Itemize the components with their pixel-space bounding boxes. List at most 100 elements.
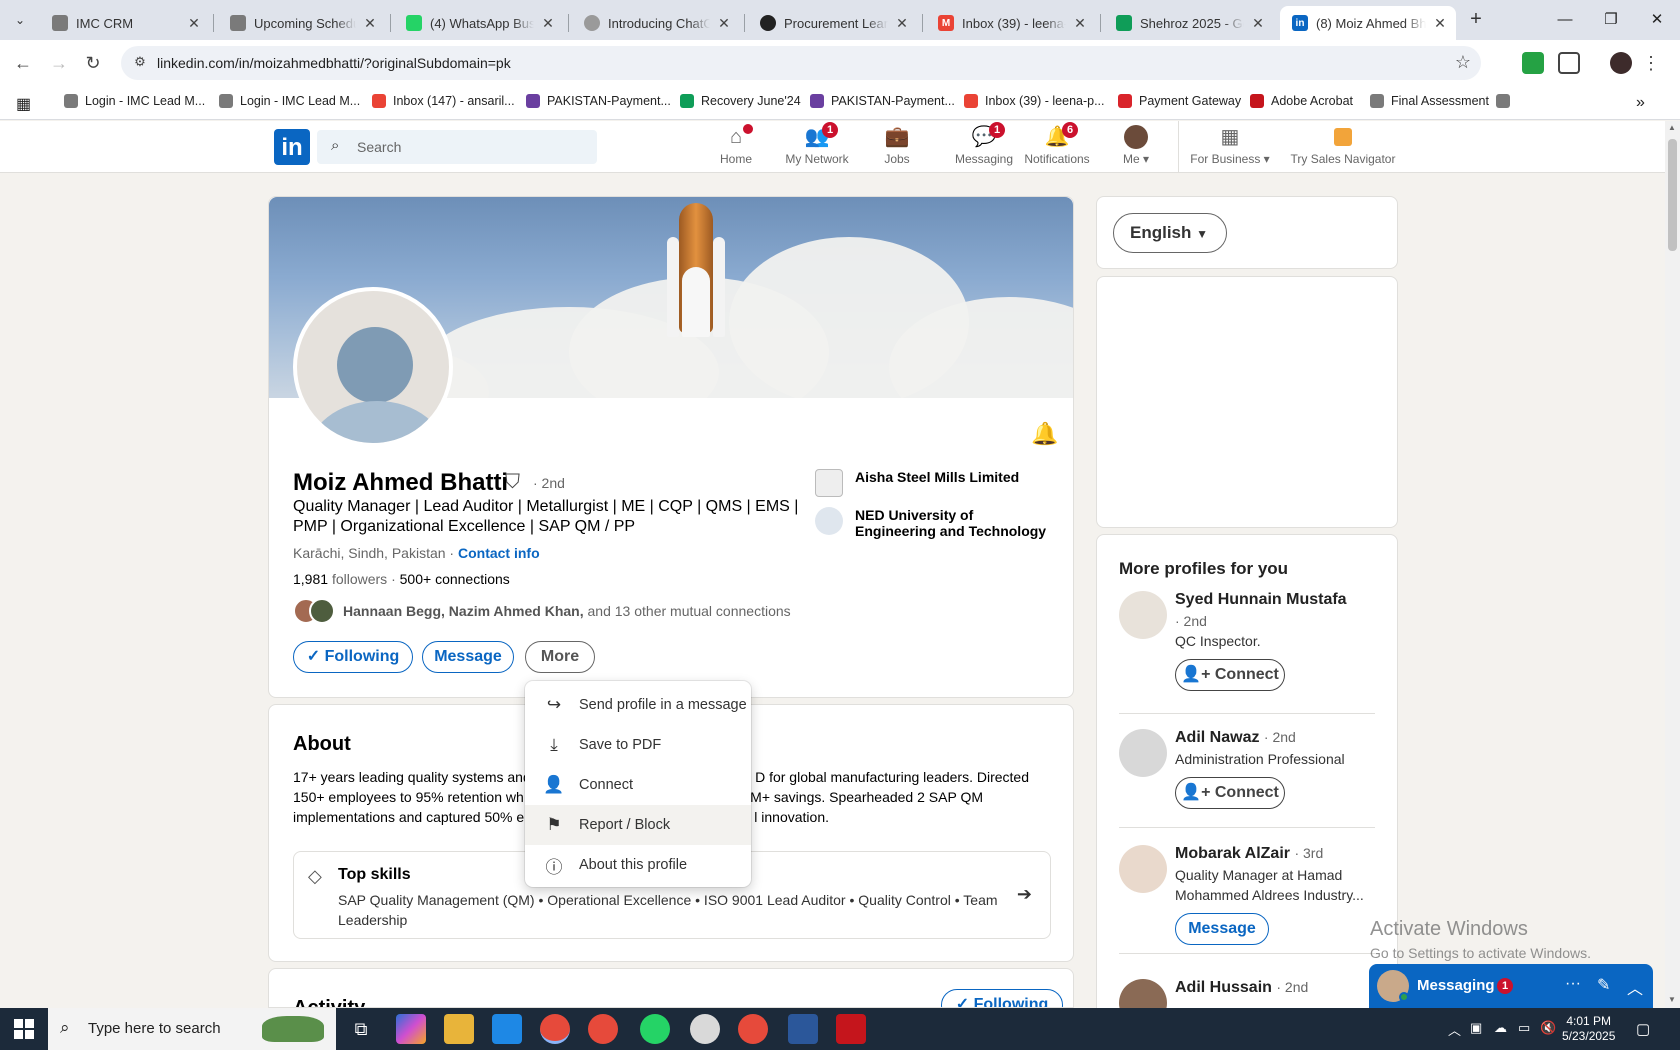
file-explorer-icon[interactable] xyxy=(444,1014,474,1044)
tab-linkedin-profile[interactable]: in (8) Moiz Ahmed Bha ✕ xyxy=(1280,6,1456,40)
followers-count[interactable]: 1,981 xyxy=(293,571,328,587)
whatsapp-icon[interactable] xyxy=(640,1014,670,1044)
tab-search-chevron-icon[interactable]: ⌄ xyxy=(8,8,32,32)
bookmark-item[interactable]: PAKISTAN-Payment... xyxy=(526,94,671,108)
search-input[interactable]: ⌕ Search xyxy=(317,130,597,164)
back-icon[interactable]: ← xyxy=(10,50,36,76)
nav-me[interactable]: Me ▾ xyxy=(1116,125,1156,171)
task-view-icon[interactable]: ⧉ xyxy=(346,1014,376,1044)
bell-icon[interactable]: 🔔 xyxy=(1031,421,1058,447)
chevron-up-icon[interactable]: ︿ xyxy=(1627,975,1643,999)
chrome-icon[interactable] xyxy=(738,1014,768,1044)
bookmarks-overflow-icon[interactable]: » xyxy=(1636,94,1645,112)
meet-now-icon[interactable]: ▣ xyxy=(1470,1020,1482,1036)
reload-icon[interactable]: ↻ xyxy=(80,50,106,76)
following-button[interactable]: ✓ Following xyxy=(293,641,413,673)
site-info-icon[interactable]: ⚙ xyxy=(131,54,149,72)
forward-icon[interactable]: → xyxy=(46,50,72,76)
close-window-icon[interactable]: ✕ xyxy=(1642,8,1672,32)
tab-imc-crm[interactable]: IMC CRM ✕ xyxy=(40,6,210,40)
bookmark-item[interactable]: Final Assessment xyxy=(1370,94,1489,108)
adobe-acrobat-icon[interactable] xyxy=(836,1014,866,1044)
close-tab-icon[interactable]: ✕ xyxy=(1072,15,1088,32)
kebab-menu-icon[interactable]: ⋮ xyxy=(1638,50,1664,76)
page-scrollbar[interactable]: ▲ ▼ xyxy=(1665,121,1680,1008)
nav-messaging[interactable]: 💬 1 Messaging xyxy=(946,122,1022,171)
tab-whatsapp[interactable]: (4) WhatsApp Busine ✕ xyxy=(394,6,564,40)
menu-item-connect[interactable]: 👤 Connect xyxy=(525,765,751,805)
close-tab-icon[interactable]: ✕ xyxy=(1432,15,1448,32)
nav-home[interactable]: ⌂ Home xyxy=(718,124,754,171)
tab-procurement[interactable]: Procurement Lean S ✕ xyxy=(748,6,918,40)
education[interactable]: NED University of Engineering and Techno… xyxy=(815,507,1055,539)
minimize-icon[interactable]: — xyxy=(1550,8,1580,32)
onedrive-icon[interactable]: ☁ xyxy=(1494,1020,1507,1036)
contact-info-link[interactable]: Contact info xyxy=(458,545,540,561)
verified-shield-icon[interactable]: ⛉ xyxy=(505,471,520,494)
bookmark-item[interactable]: Inbox (147) - ansaril... xyxy=(372,94,515,108)
profile-avatar[interactable] xyxy=(293,287,453,447)
tab-gmail-inbox[interactable]: M Inbox (39) - leena-p ✕ xyxy=(926,6,1096,40)
bookmark-item[interactable]: Recovery June'24 xyxy=(680,94,801,108)
message-button[interactable]: Message xyxy=(1175,913,1269,945)
bookmark-star-icon[interactable]: ☆ xyxy=(1455,52,1471,73)
network-icon[interactable]: ▭ xyxy=(1518,1020,1530,1036)
address-bar[interactable]: ⚙ linkedin.com/in/moizahmedbhatti/?origi… xyxy=(121,46,1481,80)
compose-icon[interactable]: ✎ xyxy=(1597,975,1610,995)
connect-button[interactable]: 👤+ Connect xyxy=(1175,659,1285,691)
nav-my-network[interactable]: 👥 1 My Network xyxy=(780,122,854,171)
bookmark-item[interactable]: Login - IMC Lead M... xyxy=(219,94,360,108)
tab-chatgpt[interactable]: Introducing ChatGPT ✕ xyxy=(572,6,740,40)
menu-item-save-pdf[interactable]: ⤓ Save to PDF xyxy=(525,725,751,765)
tab-google-sheets[interactable]: Shehroz 2025 - Goo ✕ xyxy=(1104,6,1274,40)
language-select[interactable]: English ▼ xyxy=(1113,213,1227,253)
more-options-icon[interactable]: ··· xyxy=(1565,975,1581,993)
profile-avatar[interactable] xyxy=(1610,52,1632,74)
restore-icon[interactable]: ❐ xyxy=(1596,8,1626,32)
menu-item-report-block[interactable]: ⚑ Report / Block xyxy=(525,805,751,845)
arrow-right-icon[interactable]: ➔ xyxy=(1017,884,1032,905)
notifications-icon[interactable]: ▢ xyxy=(1636,1020,1650,1038)
suggested-profile[interactable]: Mobarak AlZair · 3rd Quality Manager at … xyxy=(1119,845,1375,965)
windows-start-icon[interactable] xyxy=(14,1019,34,1039)
mutual-connections[interactable]: Hannaan Begg, Nazim Ahmed Khan, and 13 o… xyxy=(293,595,791,627)
suggested-profile[interactable]: Adil Nawaz · 2nd Administration Professi… xyxy=(1119,729,1375,829)
connections-count[interactable]: 500+ connections xyxy=(400,571,510,587)
nav-notifications[interactable]: 🔔 6 Notifications xyxy=(1022,122,1092,171)
scroll-up-icon[interactable]: ▲ xyxy=(1668,123,1676,132)
bookmark-item[interactable]: Payment Gateway xyxy=(1118,94,1241,108)
chrome-icon[interactable] xyxy=(540,1014,570,1044)
extension-icon[interactable] xyxy=(1522,52,1544,74)
close-tab-icon[interactable]: ✕ xyxy=(186,15,202,32)
scroll-down-icon[interactable]: ▼ xyxy=(1668,995,1676,1004)
scrollbar-thumb[interactable] xyxy=(1668,139,1677,251)
url-text[interactable]: linkedin.com/in/moizahmedbhatti/?origina… xyxy=(157,55,511,71)
close-tab-icon[interactable]: ✕ xyxy=(716,15,732,32)
chrome-icon[interactable] xyxy=(588,1014,618,1044)
word-icon[interactable] xyxy=(788,1014,818,1044)
apps-grid-icon[interactable]: ▦ xyxy=(16,94,31,114)
bookmark-item[interactable]: Adobe Acrobat xyxy=(1250,94,1353,108)
tray-chevron-up-icon[interactable]: ︿ xyxy=(1448,1020,1461,1039)
extensions-puzzle-icon[interactable] xyxy=(1558,52,1580,74)
connect-button[interactable]: 👤+ Connect xyxy=(1175,777,1285,809)
close-tab-icon[interactable]: ✕ xyxy=(894,15,910,32)
bookmark-item[interactable] xyxy=(1496,94,1517,108)
nav-sales-navigator[interactable]: Try Sales Navigator xyxy=(1290,125,1396,171)
messaging-overlay[interactable]: Messaging 1 ··· ✎ ︿ xyxy=(1369,964,1653,1008)
close-tab-icon[interactable]: ✕ xyxy=(1250,15,1266,32)
taskbar-search[interactable]: ⌕ Type here to search xyxy=(48,1008,336,1050)
message-button[interactable]: Message xyxy=(422,641,514,673)
new-tab-button[interactable]: + xyxy=(1464,8,1488,32)
activity-following-button[interactable]: ✓ Following xyxy=(941,989,1063,1007)
suggested-profile[interactable]: Syed Hunnain Mustafa · 2nd QC Inspector.… xyxy=(1119,591,1375,701)
more-button[interactable]: More xyxy=(525,641,595,673)
bookmark-item[interactable]: PAKISTAN-Payment... xyxy=(810,94,955,108)
menu-item-send-profile[interactable]: ↪ Send profile in a message xyxy=(525,685,751,725)
nav-for-business[interactable]: ▦ For Business ▾ xyxy=(1186,125,1274,171)
linkedin-logo[interactable]: in xyxy=(274,129,310,165)
system-clock[interactable]: 4:01 PM 5/23/2025 xyxy=(1562,1014,1615,1044)
app-icon[interactable] xyxy=(690,1014,720,1044)
menu-item-about-profile[interactable]: ⓘ About this profile xyxy=(525,845,751,885)
nav-jobs[interactable]: 💼 Jobs xyxy=(880,125,914,171)
